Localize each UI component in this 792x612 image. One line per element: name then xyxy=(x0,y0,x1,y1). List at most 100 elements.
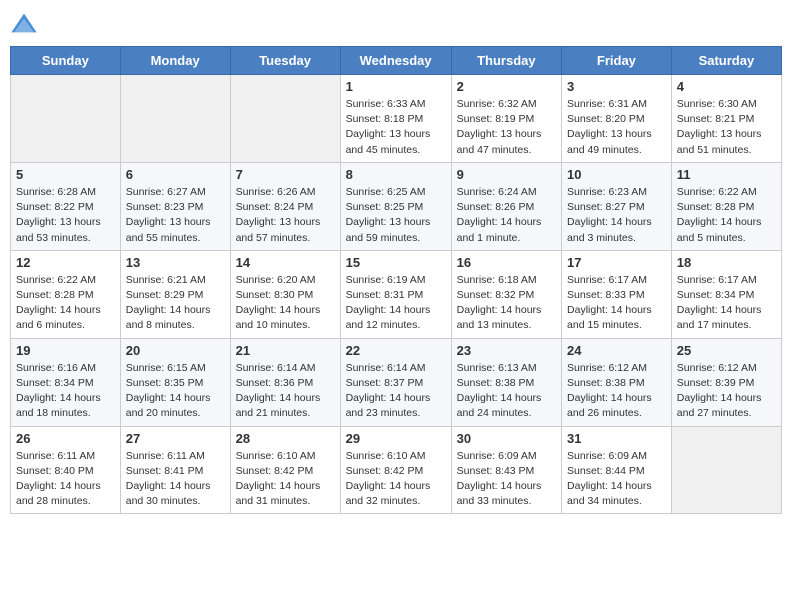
sunset-label: Sunset: 8:31 PM xyxy=(346,289,424,301)
day-number: 18 xyxy=(677,255,776,270)
day-info: Sunrise: 6:19 AM Sunset: 8:31 PM Dayligh… xyxy=(346,273,446,334)
sunset-label: Sunset: 8:19 PM xyxy=(457,113,535,125)
sunrise-label: Sunrise: 6:21 AM xyxy=(126,274,206,286)
day-info: Sunrise: 6:09 AM Sunset: 8:44 PM Dayligh… xyxy=(567,449,666,510)
daylight-label: Daylight: 14 hours and 13 minutes. xyxy=(457,304,542,331)
sunrise-label: Sunrise: 6:22 AM xyxy=(16,274,96,286)
sunset-label: Sunset: 8:26 PM xyxy=(457,201,535,213)
sunset-label: Sunset: 8:28 PM xyxy=(677,201,755,213)
day-info: Sunrise: 6:27 AM Sunset: 8:23 PM Dayligh… xyxy=(126,185,225,246)
day-number: 10 xyxy=(567,167,666,182)
sunrise-label: Sunrise: 6:12 AM xyxy=(677,362,757,374)
daylight-label: Daylight: 14 hours and 30 minutes. xyxy=(126,480,211,507)
day-info: Sunrise: 6:33 AM Sunset: 8:18 PM Dayligh… xyxy=(346,97,446,158)
sunrise-label: Sunrise: 6:28 AM xyxy=(16,186,96,198)
day-number: 21 xyxy=(236,343,335,358)
sunrise-label: Sunrise: 6:25 AM xyxy=(346,186,426,198)
calendar-table: SundayMondayTuesdayWednesdayThursdayFrid… xyxy=(10,46,782,514)
day-number: 5 xyxy=(16,167,115,182)
sunrise-label: Sunrise: 6:10 AM xyxy=(346,450,426,462)
day-number: 26 xyxy=(16,431,115,446)
sunset-label: Sunset: 8:20 PM xyxy=(567,113,645,125)
daylight-label: Daylight: 14 hours and 8 minutes. xyxy=(126,304,211,331)
sunset-label: Sunset: 8:22 PM xyxy=(16,201,94,213)
day-info: Sunrise: 6:10 AM Sunset: 8:42 PM Dayligh… xyxy=(236,449,335,510)
calendar-day-cell xyxy=(230,75,340,163)
sunrise-label: Sunrise: 6:14 AM xyxy=(236,362,316,374)
sunset-label: Sunset: 8:34 PM xyxy=(677,289,755,301)
calendar-day-cell xyxy=(120,75,230,163)
day-number: 28 xyxy=(236,431,335,446)
day-number: 12 xyxy=(16,255,115,270)
sunset-label: Sunset: 8:25 PM xyxy=(346,201,424,213)
daylight-label: Daylight: 14 hours and 33 minutes. xyxy=(457,480,542,507)
day-number: 17 xyxy=(567,255,666,270)
calendar-week-row: 1 Sunrise: 6:33 AM Sunset: 8:18 PM Dayli… xyxy=(11,75,782,163)
calendar-day-cell: 4 Sunrise: 6:30 AM Sunset: 8:21 PM Dayli… xyxy=(671,75,781,163)
weekday-header: Friday xyxy=(562,47,672,75)
daylight-label: Daylight: 14 hours and 31 minutes. xyxy=(236,480,321,507)
sunrise-label: Sunrise: 6:23 AM xyxy=(567,186,647,198)
logo-icon xyxy=(10,10,38,38)
calendar-day-cell: 21 Sunrise: 6:14 AM Sunset: 8:36 PM Dayl… xyxy=(230,338,340,426)
day-info: Sunrise: 6:10 AM Sunset: 8:42 PM Dayligh… xyxy=(346,449,446,510)
day-number: 23 xyxy=(457,343,556,358)
sunrise-label: Sunrise: 6:31 AM xyxy=(567,98,647,110)
sunset-label: Sunset: 8:21 PM xyxy=(677,113,755,125)
sunset-label: Sunset: 8:38 PM xyxy=(567,377,645,389)
day-info: Sunrise: 6:22 AM Sunset: 8:28 PM Dayligh… xyxy=(677,185,776,246)
sunset-label: Sunset: 8:43 PM xyxy=(457,465,535,477)
calendar-day-cell: 13 Sunrise: 6:21 AM Sunset: 8:29 PM Dayl… xyxy=(120,250,230,338)
daylight-label: Daylight: 14 hours and 18 minutes. xyxy=(16,392,101,419)
weekday-header: Tuesday xyxy=(230,47,340,75)
day-info: Sunrise: 6:22 AM Sunset: 8:28 PM Dayligh… xyxy=(16,273,115,334)
day-number: 3 xyxy=(567,79,666,94)
calendar-day-cell: 18 Sunrise: 6:17 AM Sunset: 8:34 PM Dayl… xyxy=(671,250,781,338)
day-number: 30 xyxy=(457,431,556,446)
day-info: Sunrise: 6:31 AM Sunset: 8:20 PM Dayligh… xyxy=(567,97,666,158)
daylight-label: Daylight: 14 hours and 17 minutes. xyxy=(677,304,762,331)
daylight-label: Daylight: 13 hours and 53 minutes. xyxy=(16,216,101,243)
daylight-label: Daylight: 14 hours and 23 minutes. xyxy=(346,392,431,419)
day-info: Sunrise: 6:14 AM Sunset: 8:36 PM Dayligh… xyxy=(236,361,335,422)
daylight-label: Daylight: 14 hours and 28 minutes. xyxy=(16,480,101,507)
day-info: Sunrise: 6:12 AM Sunset: 8:38 PM Dayligh… xyxy=(567,361,666,422)
sunrise-label: Sunrise: 6:09 AM xyxy=(457,450,537,462)
day-number: 8 xyxy=(346,167,446,182)
daylight-label: Daylight: 14 hours and 27 minutes. xyxy=(677,392,762,419)
weekday-header: Saturday xyxy=(671,47,781,75)
weekday-header: Monday xyxy=(120,47,230,75)
daylight-label: Daylight: 14 hours and 20 minutes. xyxy=(126,392,211,419)
sunrise-label: Sunrise: 6:11 AM xyxy=(16,450,95,462)
sunrise-label: Sunrise: 6:09 AM xyxy=(567,450,647,462)
logo xyxy=(10,10,40,38)
calendar-day-cell: 16 Sunrise: 6:18 AM Sunset: 8:32 PM Dayl… xyxy=(451,250,561,338)
sunrise-label: Sunrise: 6:17 AM xyxy=(677,274,757,286)
calendar-week-row: 19 Sunrise: 6:16 AM Sunset: 8:34 PM Dayl… xyxy=(11,338,782,426)
sunset-label: Sunset: 8:42 PM xyxy=(346,465,424,477)
day-number: 16 xyxy=(457,255,556,270)
sunrise-label: Sunrise: 6:16 AM xyxy=(16,362,96,374)
calendar-day-cell: 26 Sunrise: 6:11 AM Sunset: 8:40 PM Dayl… xyxy=(11,426,121,514)
day-info: Sunrise: 6:23 AM Sunset: 8:27 PM Dayligh… xyxy=(567,185,666,246)
day-number: 25 xyxy=(677,343,776,358)
day-number: 27 xyxy=(126,431,225,446)
day-info: Sunrise: 6:16 AM Sunset: 8:34 PM Dayligh… xyxy=(16,361,115,422)
day-info: Sunrise: 6:14 AM Sunset: 8:37 PM Dayligh… xyxy=(346,361,446,422)
day-number: 11 xyxy=(677,167,776,182)
day-info: Sunrise: 6:28 AM Sunset: 8:22 PM Dayligh… xyxy=(16,185,115,246)
day-number: 31 xyxy=(567,431,666,446)
sunset-label: Sunset: 8:44 PM xyxy=(567,465,645,477)
sunset-label: Sunset: 8:32 PM xyxy=(457,289,535,301)
weekday-header: Wednesday xyxy=(340,47,451,75)
sunrise-label: Sunrise: 6:15 AM xyxy=(126,362,206,374)
daylight-label: Daylight: 14 hours and 10 minutes. xyxy=(236,304,321,331)
calendar-header-row: SundayMondayTuesdayWednesdayThursdayFrid… xyxy=(11,47,782,75)
daylight-label: Daylight: 13 hours and 59 minutes. xyxy=(346,216,431,243)
day-number: 1 xyxy=(346,79,446,94)
sunset-label: Sunset: 8:42 PM xyxy=(236,465,314,477)
day-number: 13 xyxy=(126,255,225,270)
calendar-day-cell: 9 Sunrise: 6:24 AM Sunset: 8:26 PM Dayli… xyxy=(451,162,561,250)
daylight-label: Daylight: 13 hours and 47 minutes. xyxy=(457,128,542,155)
sunset-label: Sunset: 8:39 PM xyxy=(677,377,755,389)
